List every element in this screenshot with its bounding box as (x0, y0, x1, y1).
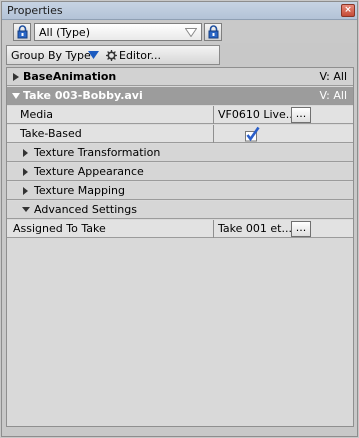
column-divider (213, 106, 214, 124)
browse-button[interactable]: ... (291, 107, 311, 123)
section-label: BaseAnimation (23, 70, 117, 83)
lock-button[interactable] (13, 23, 31, 41)
expand-arrow-icon (13, 73, 19, 81)
property-label: Assigned To Take (13, 222, 106, 235)
expand-arrow-icon (23, 168, 28, 176)
lock-icon (208, 25, 219, 39)
properties-panel: Properties × All (Type) Group By Type Ed… (1, 1, 358, 437)
visibility-label: V: All (319, 89, 347, 102)
property-row-assigned-to-take[interactable]: Assigned To Take Take 001 et... ... (7, 220, 353, 238)
group-toolbar: Group By Type Editor... (6, 45, 220, 65)
group-by-button[interactable]: Group By Type (11, 49, 91, 62)
visibility-label: V: All (319, 70, 347, 83)
group-texture-appearance[interactable]: Texture Appearance (7, 163, 353, 181)
filter-toolbar: All (Type) (2, 21, 357, 43)
collapse-arrow-icon (22, 207, 30, 212)
expand-arrow-icon (23, 187, 28, 195)
property-label: Take-Based (20, 127, 82, 140)
group-texture-transformation[interactable]: Texture Transformation (7, 144, 353, 162)
property-label: Media (20, 108, 54, 121)
title-bar: Properties × (2, 2, 357, 20)
group-label: Texture Appearance (34, 165, 144, 178)
column-divider (213, 125, 214, 143)
section-take[interactable]: Take 003-Bobby.avi V: All (7, 87, 353, 105)
section-label: Take 003-Bobby.avi (23, 89, 143, 102)
column-divider (213, 220, 214, 238)
close-icon: × (344, 5, 352, 15)
collapse-arrow-icon (12, 93, 20, 99)
browse-button[interactable]: ... (291, 221, 311, 237)
property-value: Take 001 et... (218, 222, 292, 235)
property-grid: BaseAnimation V: All Take 003-Bobby.avi … (6, 67, 354, 427)
take-based-checkbox[interactable] (244, 126, 260, 142)
group-label: Texture Mapping (34, 184, 125, 197)
editor-label: Editor... (119, 49, 162, 62)
chevron-down-icon (185, 28, 197, 37)
type-filter-value: All (Type) (39, 26, 90, 39)
panel-title: Properties (7, 4, 63, 17)
type-filter-dropdown[interactable]: All (Type) (34, 23, 202, 41)
property-row-take-based: Take-Based (7, 125, 353, 143)
group-advanced-settings[interactable]: Advanced Settings (7, 201, 353, 219)
filter-lock-button[interactable] (204, 23, 222, 41)
group-label: Advanced Settings (34, 203, 137, 216)
section-base-animation[interactable]: BaseAnimation V: All (7, 68, 353, 86)
property-row-media[interactable]: Media VF0610 Live... ... (7, 106, 353, 124)
expand-arrow-icon (23, 149, 28, 157)
group-by-dropdown-icon[interactable] (88, 51, 99, 59)
group-texture-mapping[interactable]: Texture Mapping (7, 182, 353, 200)
group-label: Texture Transformation (34, 146, 161, 159)
gear-icon (106, 50, 117, 61)
close-button[interactable]: × (341, 4, 355, 17)
editor-button[interactable]: Editor... (106, 49, 161, 62)
lock-icon (17, 25, 28, 39)
property-value: VF0610 Live... (218, 108, 297, 121)
